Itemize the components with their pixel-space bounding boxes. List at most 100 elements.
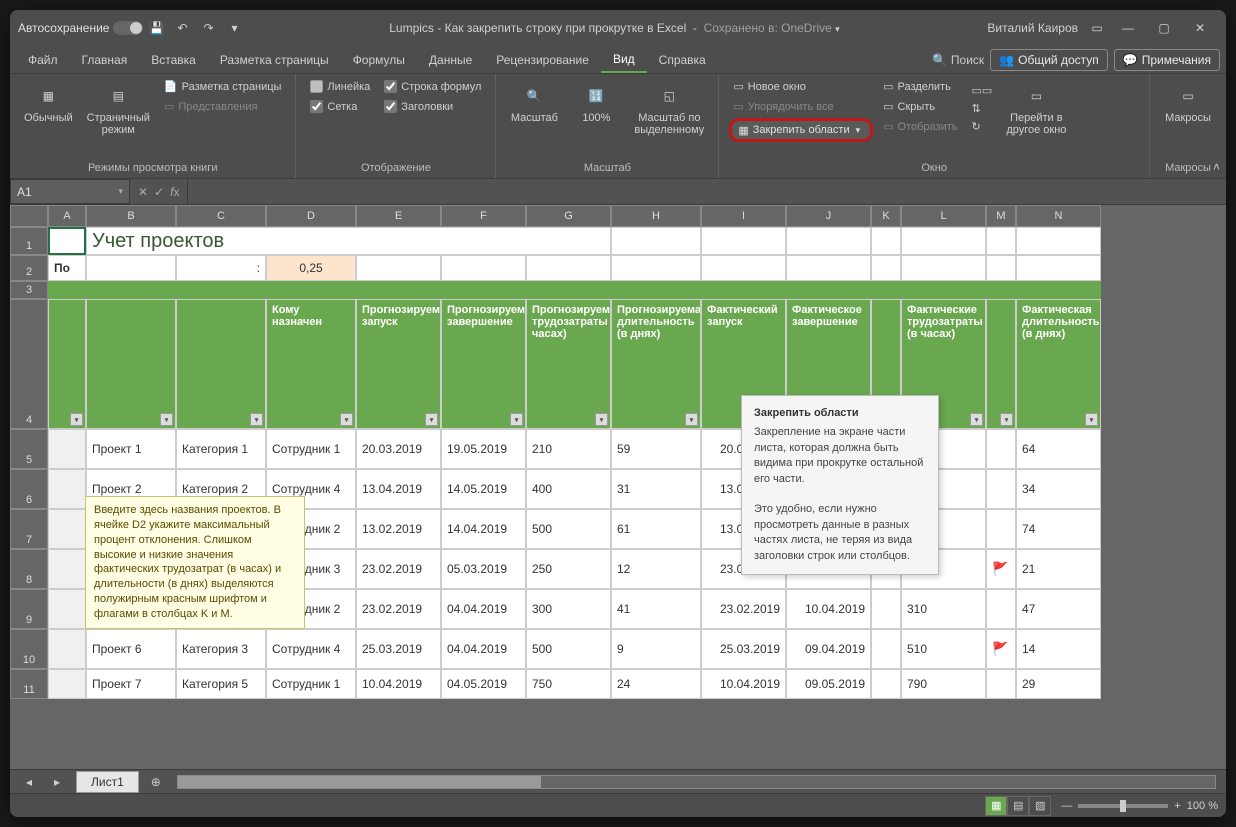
filter-dropdown-icon[interactable]: ▾ (970, 413, 983, 426)
column-header[interactable]: G (526, 205, 611, 227)
cell[interactable]: 14.05.2019 (441, 469, 526, 509)
cell[interactable]: 05.03.2019 (441, 549, 526, 589)
cell[interactable]: 09.05.2019 (786, 669, 871, 699)
cell[interactable]: 300 (526, 589, 611, 629)
cell[interactable] (871, 669, 901, 699)
table-header-cell[interactable]: Фактическая длительность (в днях)▾ (1016, 299, 1101, 429)
page-layout-view-icon[interactable]: ▤ (1007, 796, 1029, 816)
cell[interactable]: 500 (526, 509, 611, 549)
cell[interactable] (611, 281, 701, 299)
filter-dropdown-icon[interactable]: ▾ (70, 413, 83, 426)
reset-window-button[interactable]: ↻ (968, 118, 997, 135)
cell[interactable]: 29 (1016, 669, 1101, 699)
cell[interactable]: 500 (526, 629, 611, 669)
zoom-in-button[interactable]: + (1174, 800, 1180, 812)
cell[interactable] (48, 227, 86, 255)
qat-customize[interactable]: ▾ (223, 17, 245, 39)
cell[interactable] (986, 509, 1016, 549)
page-break-view-icon[interactable]: ▧ (1029, 796, 1051, 816)
cell[interactable] (701, 281, 786, 299)
cell[interactable] (48, 509, 86, 549)
cell[interactable]: 14 (1016, 629, 1101, 669)
tab-view[interactable]: Вид (601, 46, 647, 73)
freeze-panes-button[interactable]: ▦ Закрепить области (729, 118, 873, 142)
cell[interactable]: 23.02.2019 (701, 589, 786, 629)
cell[interactable] (48, 669, 86, 699)
cell[interactable] (86, 255, 176, 281)
column-header[interactable]: E (356, 205, 441, 227)
cell[interactable] (871, 629, 901, 669)
column-header[interactable]: F (441, 205, 526, 227)
user-name[interactable]: Виталий Каиров (987, 21, 1078, 35)
share-button[interactable]: 👥 Общий доступ (990, 49, 1108, 71)
cell[interactable]: Сотрудник 1 (266, 429, 356, 469)
table-header-cell[interactable]: Прогнозируемый запуск▾ (356, 299, 441, 429)
switch-windows-button[interactable]: ▭Перейти в другое окно (1002, 78, 1070, 140)
cell[interactable] (901, 227, 986, 255)
cell[interactable]: 20.03.2019 (356, 429, 441, 469)
cell[interactable] (986, 589, 1016, 629)
cell[interactable]: 09.04.2019 (786, 629, 871, 669)
save-button[interactable]: 💾 (145, 17, 167, 39)
filter-dropdown-icon[interactable]: ▾ (160, 413, 173, 426)
zoom-out-button[interactable]: — (1061, 800, 1072, 812)
cell[interactable] (871, 589, 901, 629)
ribbon-display-options[interactable]: ▭ (1086, 17, 1108, 39)
filter-dropdown-icon[interactable]: ▾ (685, 413, 698, 426)
cell[interactable]: 10.04.2019 (701, 669, 786, 699)
tab-review[interactable]: Рецензирование (484, 46, 601, 73)
sheet-tab[interactable]: Лист1 (76, 771, 139, 793)
cell[interactable]: : (176, 255, 266, 281)
column-header[interactable]: B (86, 205, 176, 227)
cell[interactable] (986, 469, 1016, 509)
cell[interactable] (176, 281, 266, 299)
cell[interactable]: 10.04.2019 (786, 589, 871, 629)
cell[interactable]: 24 (611, 669, 701, 699)
table-header-cell[interactable]: ▾ (48, 299, 86, 429)
filter-dropdown-icon[interactable]: ▾ (595, 413, 608, 426)
page-layout-button[interactable]: 📄 Разметка страницы (160, 78, 286, 95)
cell[interactable] (526, 281, 611, 299)
cell[interactable]: 750 (526, 669, 611, 699)
cell[interactable] (901, 281, 986, 299)
cell[interactable] (701, 227, 786, 255)
search-box[interactable]: 🔍 Поиск (932, 53, 984, 67)
cell[interactable]: 41 (611, 589, 701, 629)
tab-data[interactable]: Данные (417, 46, 484, 73)
column-header[interactable]: J (786, 205, 871, 227)
macros-button[interactable]: ▭Макросы (1160, 78, 1216, 128)
zoom-100-button[interactable]: 🔢100% (568, 78, 624, 128)
cell[interactable] (526, 255, 611, 281)
column-header[interactable]: H (611, 205, 701, 227)
maximize-button[interactable]: ▢ (1146, 14, 1182, 42)
cell[interactable]: Сотрудник 1 (266, 669, 356, 699)
column-header[interactable]: M (986, 205, 1016, 227)
cell[interactable]: 14.04.2019 (441, 509, 526, 549)
cell[interactable] (86, 281, 176, 299)
column-header[interactable]: K (871, 205, 901, 227)
cell[interactable] (441, 281, 526, 299)
normal-view-icon[interactable]: ▦ (985, 796, 1007, 816)
filter-dropdown-icon[interactable]: ▾ (340, 413, 353, 426)
undo-button[interactable]: ↶ (171, 17, 193, 39)
cell[interactable] (266, 281, 356, 299)
enter-formula-icon[interactable]: ✓ (154, 185, 164, 199)
cell[interactable]: Категория 3 (176, 629, 266, 669)
formula-bar-checkbox[interactable]: Строка формул (380, 78, 485, 95)
cell[interactable] (441, 255, 526, 281)
cell[interactable]: 31 (611, 469, 701, 509)
new-window-button[interactable]: ▭ Новое окно (729, 78, 873, 95)
zoom-level[interactable]: 100 % (1187, 800, 1218, 812)
column-header[interactable]: D (266, 205, 356, 227)
cell[interactable]: 04.04.2019 (441, 629, 526, 669)
cell[interactable] (986, 255, 1016, 281)
cell[interactable]: 13.02.2019 (356, 509, 441, 549)
filter-dropdown-icon[interactable]: ▾ (1000, 413, 1013, 426)
cell[interactable]: 21 (1016, 549, 1101, 589)
cell[interactable]: 510 (901, 629, 986, 669)
cell[interactable] (871, 281, 901, 299)
cell[interactable] (1016, 227, 1101, 255)
cell[interactable]: 310 (901, 589, 986, 629)
cell[interactable] (901, 255, 986, 281)
cell[interactable]: 59 (611, 429, 701, 469)
